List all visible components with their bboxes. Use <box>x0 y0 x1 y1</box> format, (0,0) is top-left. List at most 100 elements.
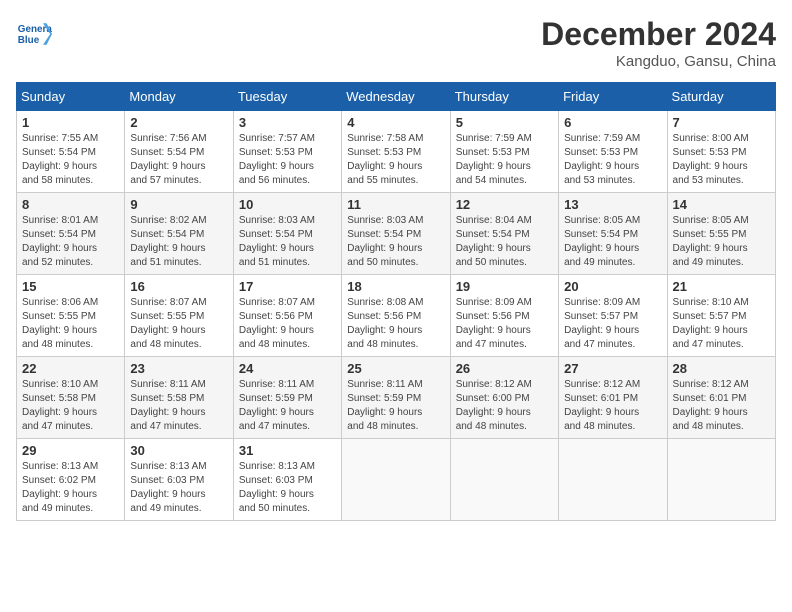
day-info: Sunrise: 8:08 AM Sunset: 5:56 PM Dayligh… <box>347 296 444 352</box>
day-number: 23 <box>130 361 227 376</box>
calendar-cell: 9 Sunrise: 8:02 AM Sunset: 5:54 PM Daylig… <box>125 193 233 275</box>
day-info: Sunrise: 8:11 AM Sunset: 5:58 PM Dayligh… <box>130 378 227 434</box>
weekday-header-thursday: Thursday <box>450 83 558 111</box>
day-info: Sunrise: 8:12 AM Sunset: 6:00 PM Dayligh… <box>456 378 553 434</box>
day-number: 31 <box>239 443 336 458</box>
calendar-cell: 12Sunrise: 8:04 AM Sunset: 5:54 PM Dayli… <box>450 193 558 275</box>
weekday-header-monday: Monday <box>125 83 233 111</box>
day-info: Sunrise: 8:09 AM Sunset: 5:56 PM Dayligh… <box>456 296 553 352</box>
day-number: 22 <box>22 361 119 376</box>
logo-icon: General Blue <box>16 16 52 52</box>
day-info: Sunrise: 8:04 AM Sunset: 5:54 PM Dayligh… <box>456 214 553 270</box>
day-info: Sunrise: 8:10 AM Sunset: 5:57 PM Dayligh… <box>673 296 770 352</box>
day-number: 16 <box>130 279 227 294</box>
day-info: Sunrise: 8:06 AM Sunset: 5:55 PM Dayligh… <box>22 296 119 352</box>
calendar-cell: 29 Sunrise: 8:13 AM Sunset: 6:02 PM Dayli… <box>17 439 125 521</box>
day-number: 19 <box>456 279 553 294</box>
day-info: Sunrise: 8:02 AM Sunset: 5:54 PM Dayligh… <box>130 214 227 270</box>
calendar-table: SundayMondayTuesdayWednesdayThursdayFrid… <box>16 82 776 521</box>
day-number: 11 <box>347 197 444 212</box>
calendar-cell: 11 Sunrise: 8:03 AM Sunset: 5:54 PM Dayli… <box>342 193 450 275</box>
calendar-cell: 28Sunrise: 8:12 AM Sunset: 6:01 PM Dayli… <box>667 357 775 439</box>
calendar-cell: 13 Sunrise: 8:05 AM Sunset: 5:54 PM Dayli… <box>559 193 667 275</box>
day-number: 6 <box>564 115 661 130</box>
day-info: Sunrise: 8:13 AM Sunset: 6:02 PM Dayligh… <box>22 460 119 516</box>
calendar-cell: 7 Sunrise: 8:00 AM Sunset: 5:53 PM Daylig… <box>667 111 775 193</box>
day-number: 7 <box>673 115 770 130</box>
day-info: Sunrise: 8:00 AM Sunset: 5:53 PM Dayligh… <box>673 132 770 188</box>
weekday-header-tuesday: Tuesday <box>233 83 341 111</box>
day-number: 18 <box>347 279 444 294</box>
day-info: Sunrise: 8:09 AM Sunset: 5:57 PM Dayligh… <box>564 296 661 352</box>
svg-text:Blue: Blue <box>18 35 40 46</box>
calendar-cell <box>450 439 558 521</box>
calendar-cell: 22 Sunrise: 8:10 AM Sunset: 5:58 PM Dayli… <box>17 357 125 439</box>
day-info: Sunrise: 8:01 AM Sunset: 5:54 PM Dayligh… <box>22 214 119 270</box>
calendar-cell: 18 Sunrise: 8:08 AM Sunset: 5:56 PM Dayli… <box>342 275 450 357</box>
day-number: 28 <box>673 361 770 376</box>
day-number: 17 <box>239 279 336 294</box>
week-row-2: 8 Sunrise: 8:01 AM Sunset: 5:54 PM Daylig… <box>17 193 776 275</box>
weekday-header-sunday: Sunday <box>17 83 125 111</box>
day-number: 2 <box>130 115 227 130</box>
calendar-cell: 5Sunrise: 7:59 AM Sunset: 5:53 PM Daylig… <box>450 111 558 193</box>
calendar-cell: 6 Sunrise: 7:59 AM Sunset: 5:53 PM Daylig… <box>559 111 667 193</box>
day-info: Sunrise: 8:05 AM Sunset: 5:55 PM Dayligh… <box>673 214 770 270</box>
calendar-cell <box>559 439 667 521</box>
calendar-cell: 26 Sunrise: 8:12 AM Sunset: 6:00 PM Dayli… <box>450 357 558 439</box>
day-number: 27 <box>564 361 661 376</box>
day-number: 30 <box>130 443 227 458</box>
week-row-5: 29 Sunrise: 8:13 AM Sunset: 6:02 PM Dayli… <box>17 439 776 521</box>
calendar-cell: 1 Sunrise: 7:55 AM Sunset: 5:54 PM Daylig… <box>17 111 125 193</box>
calendar-cell: 30 Sunrise: 8:13 AM Sunset: 6:03 PM Dayli… <box>125 439 233 521</box>
month-title: December 2024 <box>541 16 776 53</box>
day-number: 25 <box>347 361 444 376</box>
day-number: 13 <box>564 197 661 212</box>
day-number: 21 <box>673 279 770 294</box>
page-header: General Blue December 2024 Kangduo, Gans… <box>16 16 776 70</box>
day-number: 24 <box>239 361 336 376</box>
calendar-cell: 2 Sunrise: 7:56 AM Sunset: 5:54 PM Daylig… <box>125 111 233 193</box>
weekday-header-wednesday: Wednesday <box>342 83 450 111</box>
day-info: Sunrise: 7:57 AM Sunset: 5:53 PM Dayligh… <box>239 132 336 188</box>
calendar-cell: 24Sunrise: 8:11 AM Sunset: 5:59 PM Dayli… <box>233 357 341 439</box>
day-number: 26 <box>456 361 553 376</box>
day-info: Sunrise: 8:05 AM Sunset: 5:54 PM Dayligh… <box>564 214 661 270</box>
day-info: Sunrise: 8:13 AM Sunset: 6:03 PM Dayligh… <box>239 460 336 516</box>
day-number: 20 <box>564 279 661 294</box>
day-info: Sunrise: 7:56 AM Sunset: 5:54 PM Dayligh… <box>130 132 227 188</box>
calendar-cell <box>342 439 450 521</box>
calendar-cell: 27 Sunrise: 8:12 AM Sunset: 6:01 PM Dayli… <box>559 357 667 439</box>
day-info: Sunrise: 7:55 AM Sunset: 5:54 PM Dayligh… <box>22 132 119 188</box>
day-number: 1 <box>22 115 119 130</box>
calendar-cell: 21 Sunrise: 8:10 AM Sunset: 5:57 PM Dayli… <box>667 275 775 357</box>
calendar-cell: 16 Sunrise: 8:07 AM Sunset: 5:55 PM Dayli… <box>125 275 233 357</box>
day-info: Sunrise: 8:03 AM Sunset: 5:54 PM Dayligh… <box>347 214 444 270</box>
day-info: Sunrise: 8:11 AM Sunset: 5:59 PM Dayligh… <box>347 378 444 434</box>
day-number: 9 <box>130 197 227 212</box>
calendar-cell: 25 Sunrise: 8:11 AM Sunset: 5:59 PM Dayli… <box>342 357 450 439</box>
day-info: Sunrise: 7:59 AM Sunset: 5:53 PM Dayligh… <box>564 132 661 188</box>
day-info: Sunrise: 8:07 AM Sunset: 5:55 PM Dayligh… <box>130 296 227 352</box>
day-number: 5 <box>456 115 553 130</box>
day-number: 8 <box>22 197 119 212</box>
calendar-cell: 23 Sunrise: 8:11 AM Sunset: 5:58 PM Dayli… <box>125 357 233 439</box>
weekday-header-saturday: Saturday <box>667 83 775 111</box>
week-row-3: 15Sunrise: 8:06 AM Sunset: 5:55 PM Dayli… <box>17 275 776 357</box>
day-info: Sunrise: 8:12 AM Sunset: 6:01 PM Dayligh… <box>564 378 661 434</box>
day-info: Sunrise: 8:10 AM Sunset: 5:58 PM Dayligh… <box>22 378 119 434</box>
location: Kangduo, Gansu, China <box>541 53 776 70</box>
day-number: 10 <box>239 197 336 212</box>
day-number: 29 <box>22 443 119 458</box>
calendar-cell: 17 Sunrise: 8:07 AM Sunset: 5:56 PM Dayli… <box>233 275 341 357</box>
week-row-4: 22 Sunrise: 8:10 AM Sunset: 5:58 PM Dayli… <box>17 357 776 439</box>
calendar-cell: 3 Sunrise: 7:57 AM Sunset: 5:53 PM Daylig… <box>233 111 341 193</box>
calendar-cell: 19 Sunrise: 8:09 AM Sunset: 5:56 PM Dayli… <box>450 275 558 357</box>
day-info: Sunrise: 8:07 AM Sunset: 5:56 PM Dayligh… <box>239 296 336 352</box>
calendar-cell: 8 Sunrise: 8:01 AM Sunset: 5:54 PM Daylig… <box>17 193 125 275</box>
calendar-cell: 10Sunrise: 8:03 AM Sunset: 5:54 PM Dayli… <box>233 193 341 275</box>
day-info: Sunrise: 8:13 AM Sunset: 6:03 PM Dayligh… <box>130 460 227 516</box>
calendar-cell: 14Sunrise: 8:05 AM Sunset: 5:55 PM Dayli… <box>667 193 775 275</box>
logo: General Blue <box>16 16 52 52</box>
day-number: 3 <box>239 115 336 130</box>
